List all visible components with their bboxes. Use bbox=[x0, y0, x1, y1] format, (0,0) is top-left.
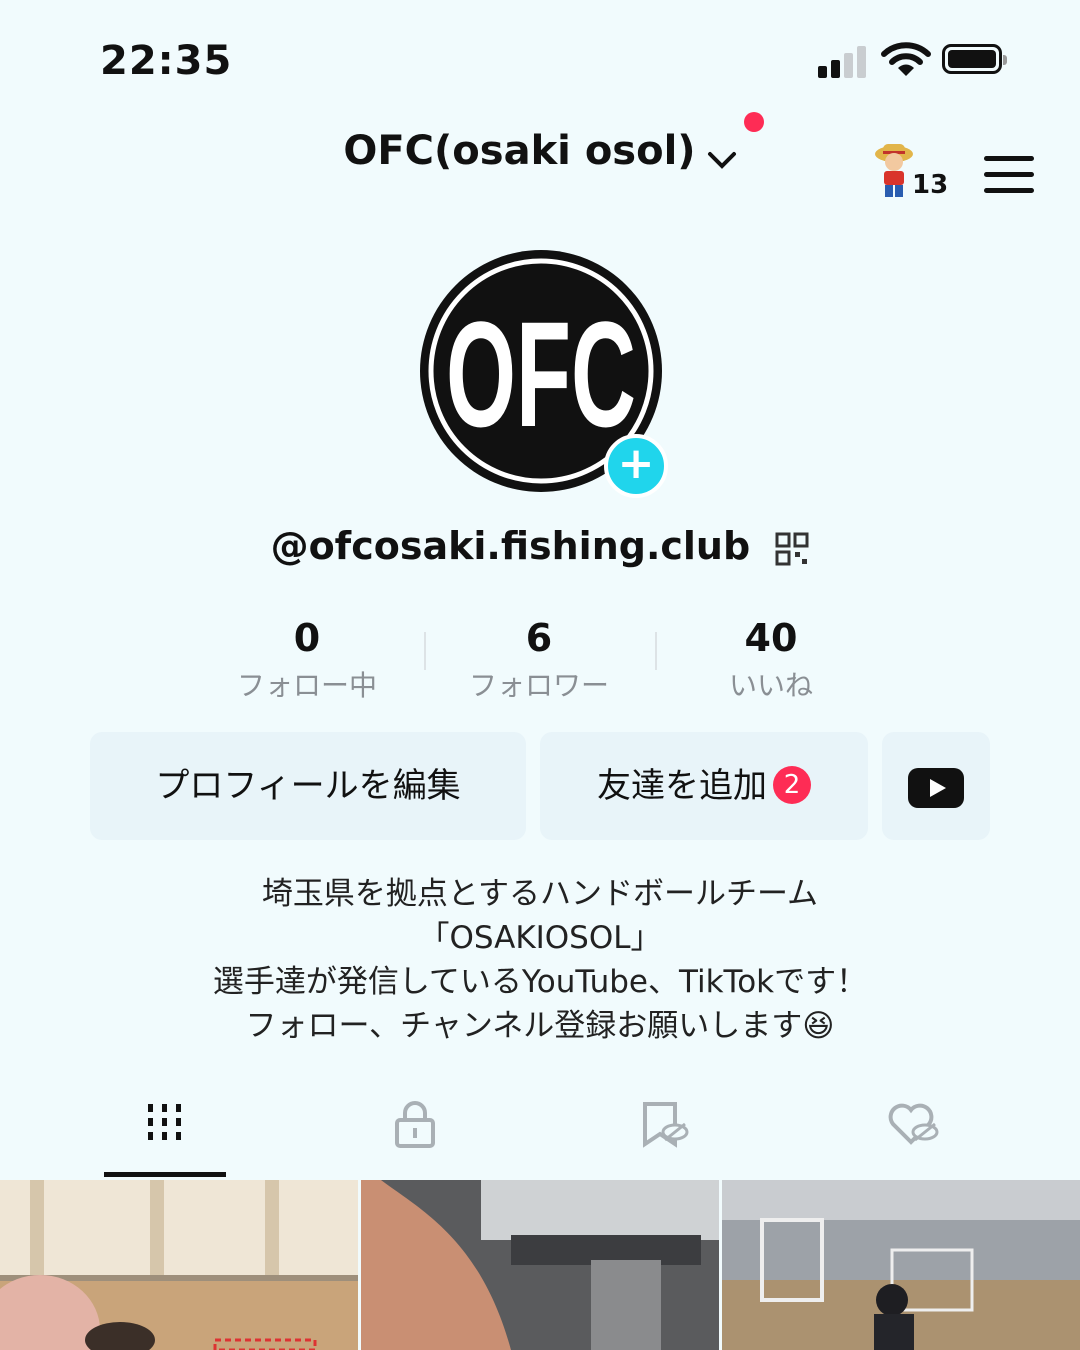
cellular-signal-icon bbox=[818, 46, 870, 78]
add-friends-button[interactable]: 友達を追加 2 bbox=[540, 732, 868, 840]
add-avatar-button[interactable]: + bbox=[604, 434, 668, 498]
stat-divider bbox=[655, 632, 657, 670]
stat-following[interactable]: 0 フォロー中 bbox=[207, 616, 407, 704]
stat-value: 40 bbox=[744, 616, 798, 660]
video-thumbnail[interactable] bbox=[361, 1180, 719, 1350]
account-switcher[interactable]: OFC(osaki osol) bbox=[0, 128, 1080, 174]
bookmark-hidden-icon bbox=[643, 1102, 689, 1148]
video-thumbnail[interactable] bbox=[0, 1180, 358, 1350]
add-friends-badge: 2 bbox=[773, 765, 811, 804]
videos-grid-icon bbox=[148, 1104, 181, 1140]
mascot-count: 13 bbox=[912, 170, 949, 200]
bio-line: 埼玉県を拠点とするハンドボールチーム bbox=[261, 876, 819, 912]
status-time: 22:35 bbox=[100, 38, 233, 84]
qr-code-icon[interactable] bbox=[775, 532, 809, 566]
profile-handle-row: @ofcosaki.fishing.club bbox=[0, 524, 1080, 568]
avatar-logo-text: OFC bbox=[446, 290, 636, 458]
active-tab-indicator bbox=[104, 1172, 226, 1177]
stat-label: いいね bbox=[728, 669, 813, 702]
video-thumbnail[interactable] bbox=[722, 1180, 1080, 1350]
character-mascot-icon[interactable] bbox=[874, 140, 914, 202]
stat-value: 0 bbox=[293, 616, 321, 660]
chevron-down-icon bbox=[707, 151, 736, 169]
youtube-icon bbox=[908, 767, 964, 808]
youtube-button[interactable] bbox=[882, 732, 990, 840]
stat-divider bbox=[424, 632, 426, 670]
profile-bio: 埼玉県を拠点とするハンドボールチーム 「OSAKIOSOL」 選手達が発信してい… bbox=[0, 872, 1080, 1048]
edit-profile-label: プロフィールを編集 bbox=[155, 766, 461, 806]
wifi-icon bbox=[881, 42, 931, 76]
profile-handle: @ofcosaki.fishing.club bbox=[270, 524, 751, 568]
edit-profile-button[interactable]: プロフィールを編集 bbox=[90, 732, 526, 840]
battery-icon bbox=[942, 44, 1007, 74]
tab-liked[interactable] bbox=[790, 1100, 1040, 1160]
stat-label: フォロワー bbox=[468, 669, 609, 702]
tab-saved[interactable] bbox=[540, 1100, 790, 1160]
stat-likes[interactable]: 40 いいね bbox=[671, 616, 871, 704]
tab-private[interactable] bbox=[290, 1100, 540, 1160]
lock-icon bbox=[395, 1101, 435, 1148]
menu-icon[interactable] bbox=[984, 156, 1034, 194]
add-friends-label: 友達を追加 bbox=[597, 766, 767, 806]
bio-line: 「OSAKIOSOL」 bbox=[418, 920, 662, 956]
username-title: OFC(osaki osol) bbox=[343, 128, 696, 174]
bio-line: 選手達が発信しているYouTube、TikTokです！ bbox=[212, 964, 868, 1000]
stat-followers[interactable]: 6 フォロワー bbox=[439, 616, 639, 704]
stat-label: フォロー中 bbox=[236, 669, 377, 702]
tab-videos[interactable] bbox=[40, 1100, 290, 1160]
notification-dot bbox=[744, 112, 764, 132]
bio-line: フォロー、チャンネル登録お願いします😆 bbox=[245, 1008, 835, 1044]
stat-value: 6 bbox=[525, 616, 553, 660]
liked-hidden-icon bbox=[888, 1103, 939, 1145]
